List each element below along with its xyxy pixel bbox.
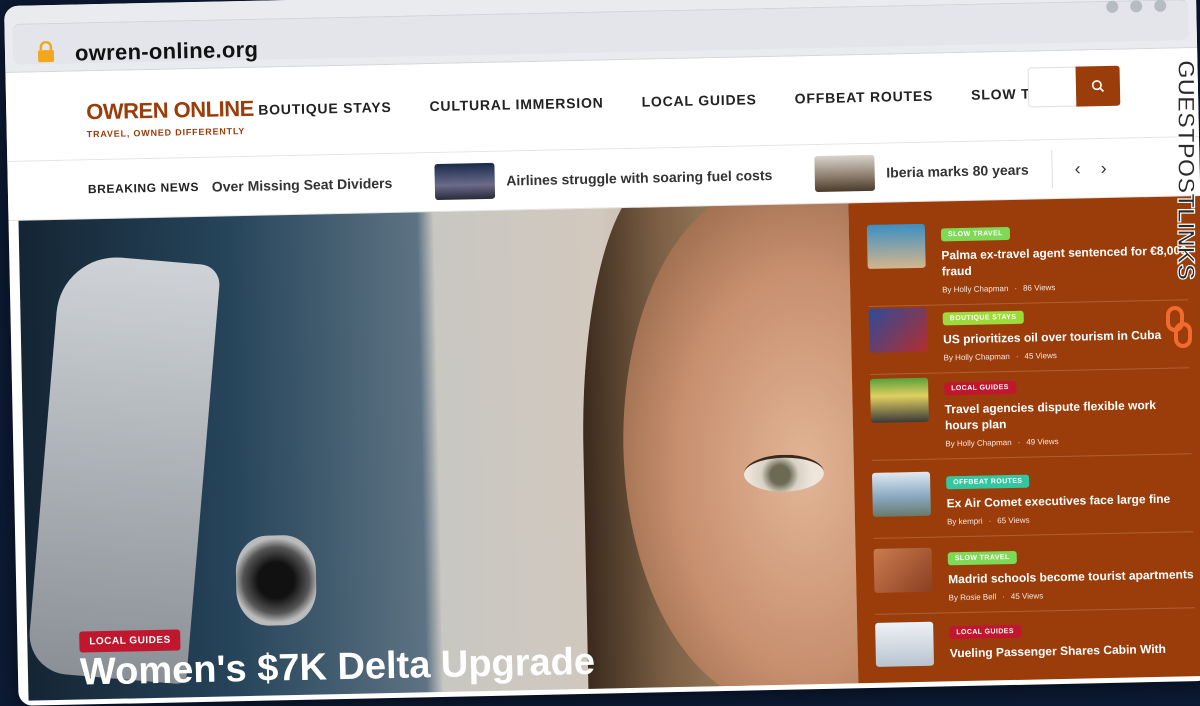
article-meta: By Holly Chapman · 49 Views: [945, 434, 1191, 448]
breaking-news-label: BREAKING NEWS: [87, 179, 200, 197]
nav-link-offbeat-routes[interactable]: OFFBEAT ROUTES: [795, 88, 934, 107]
hero-image-plane: [26, 252, 222, 685]
browser-window: owren-online.org OWREN ONLINE TRAVEL, OW…: [4, 0, 1200, 706]
hero-article[interactable]: LOCAL GUIDES Women's $7K Delta Upgrade: [18, 203, 859, 701]
main-nav: BOUTIQUE STAYS CULTURAL IMMERSION LOCAL …: [258, 84, 1081, 117]
lock-icon: [37, 40, 55, 63]
meta-separator: ·: [1015, 351, 1019, 361]
article-thumbnail[interactable]: [875, 621, 935, 667]
article-thumbnail[interactable]: [868, 307, 928, 353]
article-views: 49 Views: [1026, 437, 1059, 447]
sidebar-article[interactable]: SLOW TRAVEL Madrid schools become touris…: [873, 542, 1195, 615]
article-meta: By Holly Chapman · 45 Views: [943, 348, 1189, 362]
article-views: 65 Views: [997, 515, 1030, 526]
article-views: 86 Views: [1022, 283, 1056, 293]
ticker-headline[interactable]: Over Missing Seat Dividers: [212, 175, 393, 195]
link-chain-icon: [1166, 306, 1192, 348]
nav-link-boutique-stays[interactable]: BOUTIQUE STAYS: [258, 99, 392, 118]
ticker-headline[interactable]: Iberia marks 80 years of Madri: [886, 160, 1030, 180]
article-views: 45 Views: [1024, 351, 1057, 361]
site-logo[interactable]: OWREN ONLINE: [86, 96, 254, 126]
sidebar-trending: SLOW TRAVEL Palma ex-travel agent senten…: [848, 195, 1200, 684]
window-dot-icon[interactable]: [1154, 0, 1167, 12]
window-dot-icon[interactable]: [1130, 0, 1143, 13]
window-dot-icon[interactable]: [1106, 0, 1119, 13]
article-thumbnail[interactable]: [866, 223, 926, 269]
site-tagline: TRAVEL, OWNED DIFFERENTLY: [86, 125, 246, 140]
ticker-thumbnail[interactable]: [813, 154, 875, 193]
sidebar-article[interactable]: LOCAL GUIDES Vueling Passenger Shares Ca…: [875, 616, 1196, 677]
ticker-item[interactable]: Airlines struggle with soaring fuel cost…: [433, 157, 773, 201]
ticker-item[interactable]: Over Missing Seat Dividers: [212, 175, 393, 195]
svg-text:GUESTPOSTLINKS: GUESTPOSTLINKS: [1172, 60, 1196, 280]
chevron-right-icon[interactable]: ›: [1100, 157, 1106, 178]
search-input[interactable]: [1027, 66, 1079, 108]
article-author[interactable]: By Holly Chapman: [942, 284, 1008, 294]
meta-separator: ·: [1002, 592, 1005, 602]
nav-link-cultural-immersion[interactable]: CULTURAL IMMERSION: [429, 94, 603, 114]
sidebar-article[interactable]: BOUTIQUE STAYS US prioritizes oil over t…: [868, 302, 1190, 375]
article-meta: By Holly Chapman · 86 Views: [942, 280, 1188, 294]
article-title[interactable]: Ex Air Comet executives face large fine: [946, 490, 1192, 511]
article-thumbnail[interactable]: [870, 377, 929, 423]
article-author[interactable]: By Holly Chapman: [943, 352, 1009, 362]
url-text[interactable]: owren-online.org: [75, 37, 259, 67]
article-title[interactable]: Palma ex-travel agent sentenced for €8,0…: [941, 242, 1188, 279]
sidebar-article[interactable]: LOCAL GUIDES Travel agencies dispute fle…: [870, 372, 1192, 461]
guestpostlinks-watermark: GUESTPOSTLINKS: [1166, 59, 1196, 348]
ticker-item[interactable]: Iberia marks 80 years of Madri: [813, 150, 1030, 193]
ticker-thumbnail[interactable]: [433, 162, 495, 201]
search-button[interactable]: [1075, 65, 1121, 107]
category-badge[interactable]: LOCAL GUIDES: [949, 624, 1022, 640]
chevron-left-icon[interactable]: ‹: [1074, 158, 1080, 179]
article-thumbnail[interactable]: [873, 547, 933, 593]
hero-image-engine: [235, 534, 318, 627]
search-icon: [1091, 80, 1105, 93]
article-title[interactable]: Vueling Passenger Shares Cabin With: [950, 640, 1196, 661]
article-title[interactable]: Travel agencies dispute flexible work ho…: [944, 396, 1191, 433]
ticker-controls: ‹ ›: [1051, 148, 1108, 189]
article-author[interactable]: By Rosie Bell: [949, 592, 997, 602]
category-badge[interactable]: SLOW TRAVEL: [940, 226, 1010, 242]
article-views: 45 Views: [1010, 591, 1044, 602]
meta-separator: ·: [988, 516, 992, 526]
category-badge[interactable]: OFFBEAT ROUTES: [946, 474, 1030, 490]
article-meta: By kempri · 65 Views: [947, 512, 1193, 527]
main-content: LOCAL GUIDES Women's $7K Delta Upgrade S…: [9, 195, 1200, 701]
nav-link-local-guides[interactable]: LOCAL GUIDES: [641, 91, 756, 109]
window-controls: [1106, 0, 1167, 13]
sidebar-article[interactable]: OFFBEAT ROUTES Ex Air Comet executives f…: [871, 466, 1194, 539]
category-badge[interactable]: BOUTIQUE STAYS: [942, 310, 1024, 326]
article-title[interactable]: Madrid schools become tourist apartments: [948, 566, 1194, 587]
sidebar-article[interactable]: SLOW TRAVEL Palma ex-travel agent senten…: [866, 218, 1189, 307]
category-badge[interactable]: SLOW TRAVEL: [947, 550, 1017, 566]
article-meta: By Rosie Bell · 45 Views: [949, 588, 1195, 602]
article-thumbnail[interactable]: [871, 471, 931, 517]
meta-separator: ·: [1017, 437, 1021, 447]
article-title[interactable]: US prioritizes oil over tourism in Cuba: [943, 326, 1189, 347]
ticker-headline[interactable]: Airlines struggle with soaring fuel cost…: [506, 167, 772, 189]
meta-separator: ·: [1014, 283, 1018, 293]
category-badge[interactable]: LOCAL GUIDES: [944, 380, 1016, 396]
article-author[interactable]: By Holly Chapman: [945, 438, 1011, 448]
article-author[interactable]: By kempri: [947, 517, 983, 527]
